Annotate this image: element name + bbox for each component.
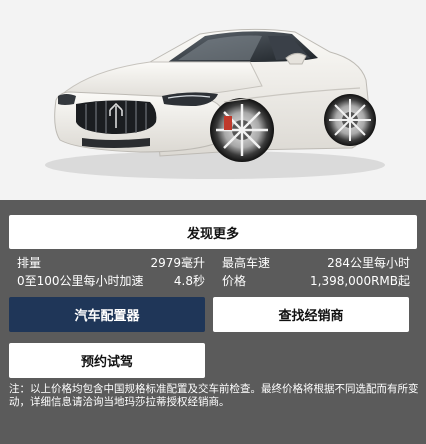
model-info-panel: 发现更多 排量 2979毫升 最高车速 284公里每小时 0至100公里每小时加… [0, 200, 426, 444]
car-illustration [0, 0, 426, 200]
price-disclaimer: 注：以上价格均包含中国规格标准配置及交车前检查。最终价格将根据不同选配而有所变动… [9, 383, 419, 408]
price-label: 价格 [222, 274, 247, 288]
displacement-label: 排量 [17, 256, 42, 270]
top-speed-label: 最高车速 [222, 256, 271, 270]
car-image [0, 0, 426, 200]
top-speed-value: 284公里每小时 [327, 256, 410, 270]
book-test-drive-button[interactable]: 预约试驾 [9, 343, 205, 378]
acceleration-label: 0至100公里每小时加速 [17, 274, 144, 288]
find-dealer-button[interactable]: 查找经销商 [213, 297, 409, 332]
discover-more-button[interactable]: 发现更多 [9, 215, 417, 249]
displacement-value: 2979毫升 [150, 256, 205, 270]
price-value: 1,398,000RMB起 [310, 274, 410, 288]
configurator-button[interactable]: 汽车配置器 [9, 297, 205, 332]
car-model-card: 发现更多 排量 2979毫升 最高车速 284公里每小时 0至100公里每小时加… [0, 0, 426, 444]
acceleration-value: 4.8秒 [173, 274, 205, 288]
